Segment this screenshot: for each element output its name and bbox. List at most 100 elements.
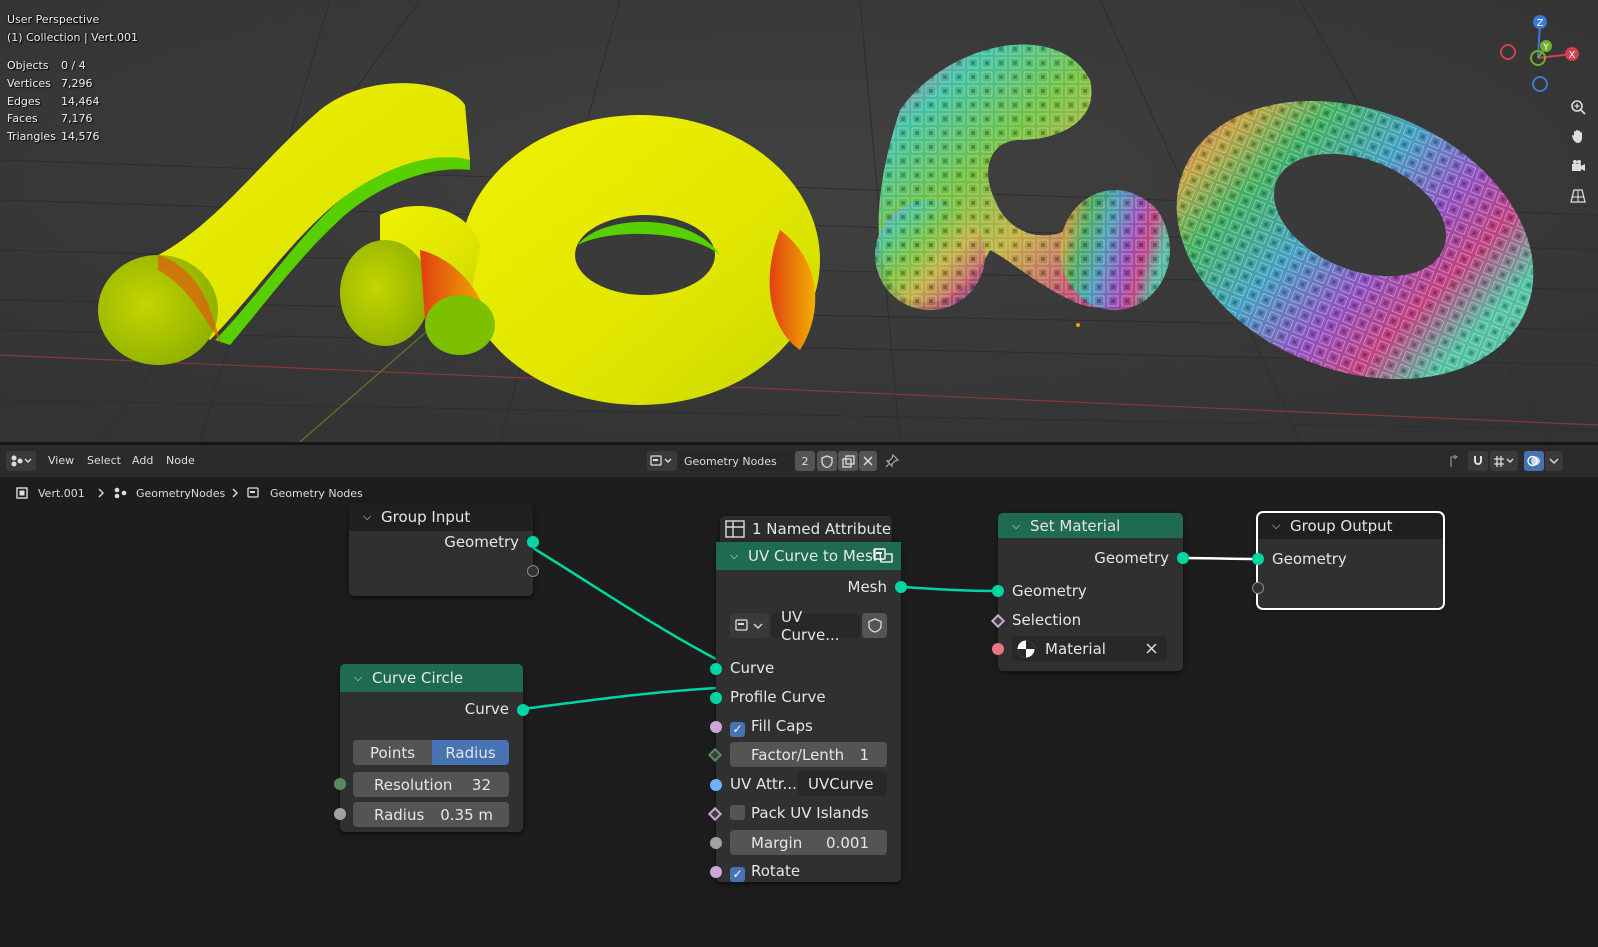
camera-icon[interactable] bbox=[1565, 153, 1591, 179]
input-socket-profile-curve[interactable] bbox=[710, 692, 722, 704]
fill-caps-checkbox[interactable]: ✓ Fill Caps bbox=[730, 717, 813, 737]
output-socket-virtual[interactable] bbox=[527, 565, 539, 577]
node-tree-name-field[interactable]: Geometry Nodes bbox=[679, 451, 793, 471]
output-socket-mesh[interactable] bbox=[895, 581, 907, 593]
chevron-down-icon[interactable]: ⌵ bbox=[363, 510, 381, 524]
node-group-name-field[interactable]: UV Curve... bbox=[771, 608, 860, 644]
duplicate-icon[interactable] bbox=[838, 451, 858, 471]
rotate-checkbox[interactable]: ✓ Rotate bbox=[730, 862, 800, 882]
input-socket-virtual[interactable] bbox=[1252, 582, 1264, 594]
input-socket-geometry[interactable] bbox=[992, 585, 1004, 597]
input-socket-rotate[interactable] bbox=[710, 866, 722, 878]
input-socket-margin[interactable] bbox=[710, 837, 722, 849]
clear-x-icon[interactable] bbox=[1146, 643, 1157, 654]
uv-attribute-name-field[interactable]: UVCurve bbox=[798, 771, 887, 796]
input-socket-resolution[interactable] bbox=[334, 778, 346, 790]
menu-select[interactable]: Select bbox=[87, 454, 121, 467]
mode-radius-button[interactable]: Radius bbox=[432, 740, 509, 765]
checkbox-checked[interactable]: ✓ bbox=[730, 722, 745, 737]
input-socket-curve[interactable] bbox=[710, 663, 722, 675]
node-title: Group Input bbox=[381, 508, 471, 526]
unlink-close-icon[interactable] bbox=[859, 451, 877, 471]
margin-field[interactable]: Margin 0.001 bbox=[730, 830, 887, 855]
fake-user-shield-icon[interactable] bbox=[817, 451, 837, 471]
breadcrumb-tree: Geometry Nodes bbox=[270, 487, 363, 500]
pack-uv-islands-checkbox[interactable]: Pack UV Islands bbox=[730, 804, 869, 822]
input-socket-pack-uv[interactable] bbox=[707, 806, 723, 822]
user-count-button[interactable]: 2 bbox=[795, 451, 815, 471]
fake-user-shield-icon[interactable] bbox=[862, 613, 887, 638]
navigation-gizmo[interactable]: Z X Y bbox=[1478, 10, 1596, 100]
spreadsheet-icon bbox=[725, 520, 745, 538]
input-socket-geometry[interactable] bbox=[1252, 553, 1264, 565]
node-title: UV Curve to Mesh bbox=[748, 547, 883, 565]
chevron-down-icon[interactable]: ⌵ bbox=[730, 549, 748, 563]
input-socket-radius[interactable] bbox=[334, 808, 346, 820]
stat-vertices: Vertices 7,296 bbox=[7, 76, 93, 90]
pan-hand-icon[interactable] bbox=[1565, 123, 1591, 149]
menu-node[interactable]: Node bbox=[166, 454, 195, 467]
menu-add[interactable]: Add bbox=[132, 454, 153, 467]
perspective-grid-icon[interactable] bbox=[1565, 183, 1591, 209]
node-editor-header: View Select Add Node Geometry Nodes 2 bbox=[0, 445, 1598, 477]
group-output-header[interactable]: ⌵ Group Output bbox=[1258, 513, 1443, 539]
checkbox-checked[interactable]: ✓ bbox=[730, 867, 745, 882]
input-socket-factor-field[interactable] bbox=[707, 747, 723, 763]
node-tree-icon bbox=[247, 487, 259, 498]
input-socket-fill-caps[interactable] bbox=[710, 721, 722, 733]
node-title: Group Output bbox=[1290, 517, 1393, 535]
socket-label-curve: Curve bbox=[464, 700, 509, 718]
group-input-node[interactable]: ⌵ Group Input Geometry bbox=[349, 503, 539, 596]
parent-node-tree-icon[interactable] bbox=[1444, 451, 1464, 471]
chevron-down-icon[interactable]: ⌵ bbox=[1272, 519, 1290, 533]
svg-text:Z: Z bbox=[1537, 18, 1544, 29]
menu-view[interactable]: View bbox=[48, 454, 74, 467]
uv-curve-to-mesh-node[interactable]: ⌵ UV Curve to Mesh Mesh UV Curve... Curve… bbox=[707, 542, 907, 882]
node-title: Curve Circle bbox=[372, 669, 464, 687]
input-socket-material[interactable] bbox=[992, 643, 1004, 655]
checkbox-unchecked[interactable] bbox=[730, 805, 745, 820]
input-socket-uv-attr[interactable] bbox=[710, 779, 722, 791]
node-editor-icon bbox=[11, 455, 32, 467]
stat-objects: Objects 0 / 4 bbox=[7, 59, 86, 72]
chevron-down-icon[interactable]: ⌵ bbox=[354, 671, 372, 685]
snap-element-dropdown[interactable] bbox=[1490, 451, 1518, 471]
chevron-down-icon[interactable]: ⌵ bbox=[1012, 519, 1030, 533]
node-group-browse-button[interactable] bbox=[730, 613, 769, 638]
radius-field[interactable]: Radius 0.35 m bbox=[353, 802, 509, 827]
curve-circle-header[interactable]: ⌵ Curve Circle bbox=[340, 664, 523, 692]
node-tree-browse-button[interactable] bbox=[647, 451, 677, 471]
output-socket-geometry[interactable] bbox=[527, 536, 539, 548]
factor-length-field[interactable]: Factor/Lenth 1 bbox=[730, 742, 887, 767]
uv-curve-header[interactable]: ⌵ UV Curve to Mesh bbox=[716, 542, 901, 570]
node-group-icon[interactable] bbox=[873, 546, 893, 564]
input-socket-selection[interactable] bbox=[990, 613, 1006, 629]
zoom-icon[interactable] bbox=[1565, 94, 1591, 120]
snap-grid-icon bbox=[1494, 456, 1514, 467]
named-attribute-label[interactable]: 1 Named Attribute bbox=[720, 516, 892, 542]
output-socket-curve[interactable] bbox=[517, 704, 529, 716]
node-editor-canvas[interactable]: ⌵ Group Input Geometry ⌵ Curve Circle Curv… bbox=[0, 503, 1598, 947]
set-material-node[interactable]: ⌵ Set Material Geometry Geometry Selectio… bbox=[990, 513, 1189, 671]
output-socket-geometry[interactable] bbox=[1177, 552, 1189, 564]
overlays-toggle-icon[interactable] bbox=[1524, 451, 1544, 471]
socket-label-profile-curve: Profile Curve bbox=[730, 688, 826, 706]
set-material-header[interactable]: ⌵ Set Material bbox=[998, 513, 1183, 538]
material-field[interactable]: Material bbox=[1012, 636, 1167, 661]
3d-viewport[interactable]: User Perspective (1) Collection | Vert.0… bbox=[0, 0, 1598, 442]
group-output-node[interactable]: ⌵ Group Output Geometry bbox=[1252, 511, 1445, 610]
svg-text:Y: Y bbox=[1542, 43, 1549, 53]
resolution-field[interactable]: Resolution 32 bbox=[353, 772, 509, 797]
overlays-dropdown[interactable] bbox=[1545, 451, 1563, 471]
editor-type-selector[interactable] bbox=[6, 451, 36, 471]
node-tree-icon bbox=[734, 618, 762, 631]
socket-label-uv-attr: UV Attr... bbox=[730, 775, 797, 793]
snap-magnet-icon[interactable] bbox=[1468, 451, 1488, 471]
link-mesh-to-setmaterial bbox=[900, 585, 999, 593]
group-input-header[interactable]: ⌵ Group Input bbox=[349, 503, 533, 531]
collection-info: (1) Collection | Vert.001 bbox=[7, 31, 138, 44]
pin-icon[interactable] bbox=[882, 451, 902, 471]
socket-label-geometry-out: Geometry bbox=[1094, 549, 1169, 567]
mode-points-button[interactable]: Points bbox=[353, 740, 432, 765]
curve-circle-node[interactable]: ⌵ Curve Circle Curve Points Radius Resolu… bbox=[334, 664, 529, 832]
